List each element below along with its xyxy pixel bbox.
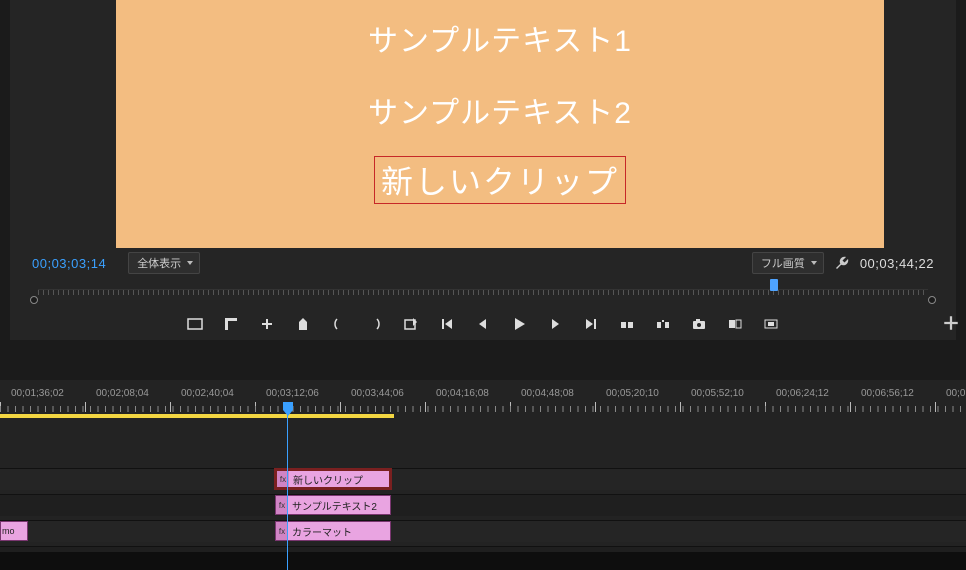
step-back-icon[interactable] — [474, 315, 492, 333]
ruler-label: 00;05;20;10 — [606, 388, 659, 399]
ruler-label: 00;02;40;04 — [181, 388, 234, 399]
ruler-label: 00;03;12;06 — [266, 388, 319, 399]
monitor-info-bar: 00;03;03;14 全体表示 フル画質 00;03;44;22 — [16, 252, 950, 274]
clip-label: カラーマット — [292, 524, 352, 539]
clip-label: mo — [2, 526, 15, 536]
track-v2[interactable] — [0, 494, 966, 516]
markers-icon[interactable] — [222, 315, 240, 333]
lift-icon[interactable] — [618, 315, 636, 333]
timecode-current[interactable]: 00;03;03;14 — [32, 256, 106, 271]
time-ruler[interactable]: 00;01;04;0200;01;36;0200;02;08;0400;02;4… — [0, 388, 966, 412]
mark-out-icon[interactable] — [366, 315, 384, 333]
add-button-icon[interactable] — [942, 314, 960, 332]
export-frame-icon[interactable] — [402, 315, 420, 333]
ruler-ticks — [0, 402, 966, 412]
insert-icon[interactable] — [726, 315, 744, 333]
ruler-label: 00;03;44;06 — [351, 388, 404, 399]
scrubber-end-right[interactable] — [928, 296, 936, 304]
monitor-scrubber[interactable] — [28, 282, 938, 302]
ruler-label: 00;01;36;02 — [11, 388, 64, 399]
fx-badge-icon: fx — [276, 496, 288, 514]
scrubber-track[interactable] — [38, 289, 928, 295]
ruler-label: 00;07 — [946, 388, 966, 399]
clip-colormatte[interactable]: fx カラーマット — [275, 521, 391, 541]
track-v1[interactable] — [0, 520, 966, 542]
clip-label: 新しいクリップ — [293, 472, 363, 487]
ruler-label: 00;06;24;12 — [776, 388, 829, 399]
clip-sample2[interactable]: fx サンプルテキスト2 — [275, 495, 391, 515]
preview-text-2: サンプルテキスト2 — [368, 88, 632, 132]
go-to-out-icon[interactable] — [582, 315, 600, 333]
track-v3[interactable] — [0, 468, 966, 490]
preview-canvas[interactable]: サンプルテキスト1 サンプルテキスト2 新しいクリップ — [116, 0, 884, 248]
timeline-panel: 00;01;04;0200;01;36;0200;02;08;0400;02;4… — [0, 350, 966, 570]
step-forward-icon[interactable] — [546, 315, 564, 333]
play-icon[interactable] — [510, 315, 528, 333]
extract-icon[interactable] — [654, 315, 672, 333]
clip-stub[interactable]: mo — [0, 521, 28, 541]
ruler-label: 00;04;48;08 — [521, 388, 574, 399]
preview-text-selected[interactable]: 新しいクリップ — [374, 156, 626, 204]
timecode-duration[interactable]: 00;03;44;22 — [860, 256, 934, 271]
scrubber-playhead[interactable] — [770, 279, 778, 291]
ruler-label: 00;02;08;04 — [96, 388, 149, 399]
camera-icon[interactable] — [690, 315, 708, 333]
safe-margins-icon[interactable] — [186, 315, 204, 333]
settings-wrench-icon[interactable] — [834, 255, 850, 271]
timeline-bottom-gap — [0, 552, 966, 570]
overwrite-icon[interactable] — [762, 315, 780, 333]
quality-select[interactable]: フル画質 — [752, 252, 824, 274]
fx-badge-icon: fx — [276, 522, 288, 540]
snap-icon[interactable] — [258, 315, 276, 333]
transport-controls — [10, 310, 956, 338]
ruler-label: 00;04;16;08 — [436, 388, 489, 399]
mark-in-icon[interactable] — [330, 315, 348, 333]
clip-new[interactable]: fx 新しいクリップ — [275, 469, 391, 489]
view-mode-select[interactable]: 全体表示 — [128, 252, 200, 274]
fx-badge-icon: fx — [277, 471, 289, 487]
ruler-label: 00;06;56;12 — [861, 388, 914, 399]
go-to-in-icon[interactable] — [438, 315, 456, 333]
preview-text-1: サンプルテキスト1 — [368, 16, 632, 60]
add-marker-icon[interactable] — [294, 315, 312, 333]
in-out-range-bar[interactable] — [0, 414, 394, 418]
ruler-label: 00;05;52;10 — [691, 388, 744, 399]
program-monitor: サンプルテキスト1 サンプルテキスト2 新しいクリップ 00;03;03;14 … — [10, 0, 956, 340]
scrubber-end-left[interactable] — [30, 296, 38, 304]
clip-label: サンプルテキスト2 — [292, 498, 377, 513]
